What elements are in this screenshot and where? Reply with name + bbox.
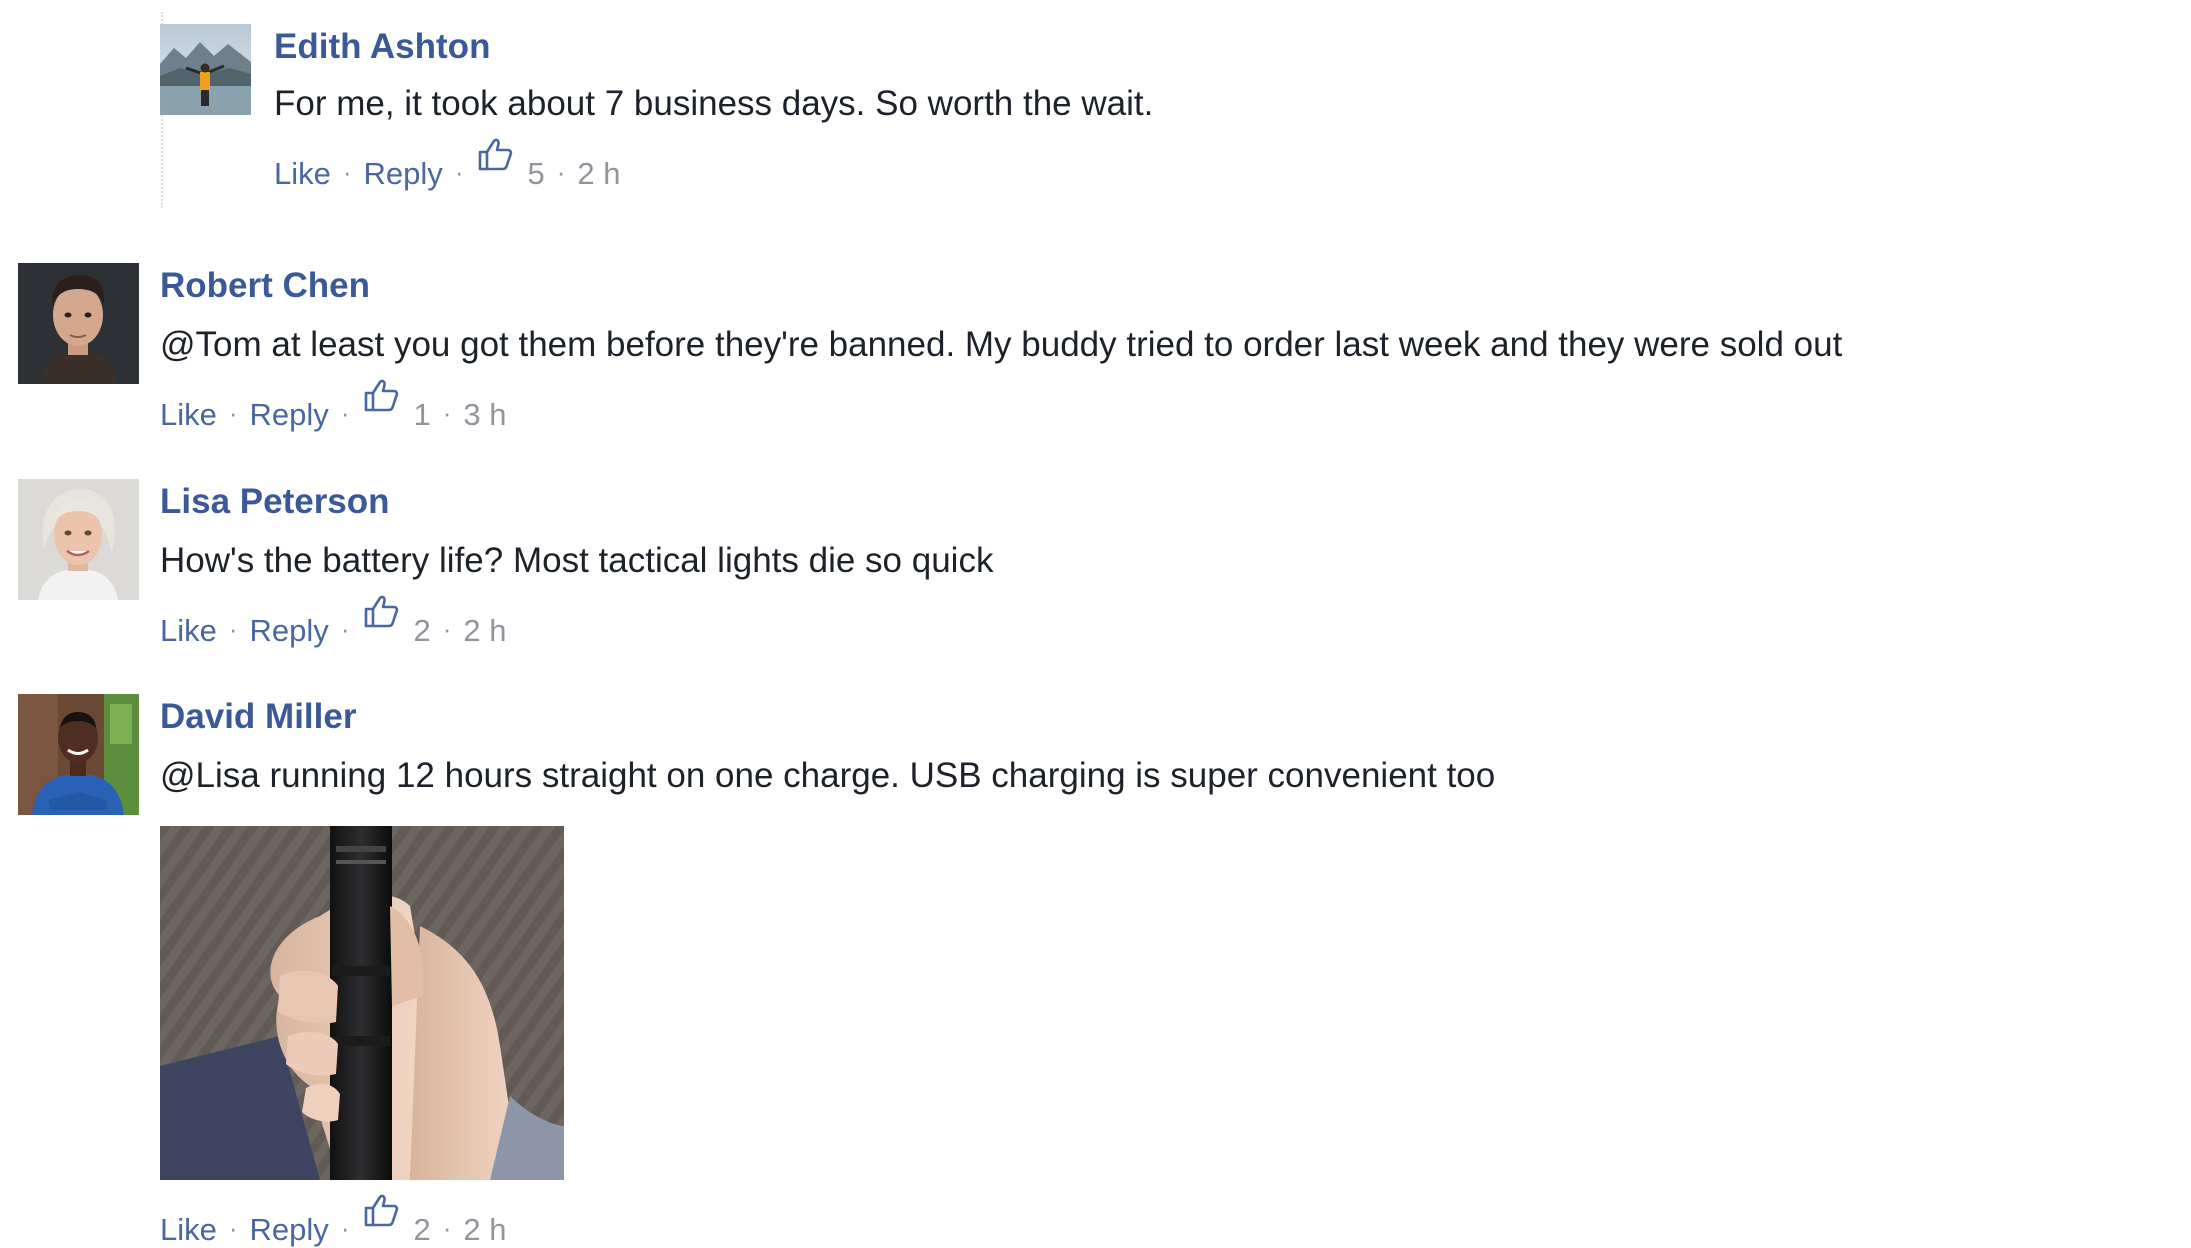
woman-portrait-avatar	[18, 479, 139, 600]
like-link[interactable]: Like	[160, 613, 217, 649]
timestamp[interactable]: 2 h	[463, 613, 506, 649]
avatar[interactable]	[160, 24, 251, 115]
comment-text: @Lisa running 12 hours straight on one c…	[160, 756, 1496, 795]
timestamp[interactable]: 3 h	[463, 397, 506, 433]
comment-actions: Like · Reply · 2 · 2 h	[160, 595, 507, 649]
comment-author[interactable]: Edith Ashton	[274, 27, 490, 67]
separator: ·	[340, 1213, 350, 1243]
comment-text: For me, it took about 7 business days. S…	[274, 84, 1154, 123]
comment-actions: Like · Reply · 1 · 3 h	[160, 379, 507, 433]
separator: ·	[228, 614, 238, 644]
like-link[interactable]: Like	[160, 1212, 217, 1248]
reply-link[interactable]: Reply	[364, 156, 443, 192]
avatar[interactable]	[18, 479, 139, 600]
flashlight-in-hand-photo	[160, 826, 564, 1180]
avatar[interactable]	[18, 694, 139, 815]
comment-attachment-photo[interactable]	[160, 826, 564, 1180]
reply-link[interactable]: Reply	[250, 1212, 329, 1248]
separator: ·	[442, 614, 452, 644]
reply-link[interactable]: Reply	[250, 397, 329, 433]
like-count: 2	[413, 613, 431, 648]
like-count: 5	[527, 156, 545, 191]
like-link[interactable]: Like	[160, 397, 217, 433]
thumbs-up-icon[interactable]	[363, 593, 399, 629]
separator: ·	[454, 157, 464, 187]
person-outdoors-mountain-avatar	[160, 24, 251, 115]
man-portrait-avatar	[18, 263, 139, 384]
thumbs-up-icon[interactable]	[363, 1192, 399, 1228]
separator: ·	[342, 157, 352, 187]
comment-author[interactable]: Lisa Peterson	[160, 482, 390, 522]
separator: ·	[442, 398, 452, 428]
timestamp[interactable]: 2 h	[577, 156, 620, 192]
comment-actions: Like · Reply · 2 · 2 h	[160, 1194, 507, 1248]
man-blue-shirt-avatar	[18, 694, 139, 815]
comment-text: How's the battery life? Most tactical li…	[160, 541, 994, 580]
separator: ·	[340, 398, 350, 428]
separator: ·	[340, 614, 350, 644]
like-count: 2	[413, 1212, 431, 1247]
comment-text: @Tom at least you got them before they'r…	[160, 325, 1843, 364]
comment-actions: Like · Reply · 5 · 2 h	[274, 138, 621, 192]
separator: ·	[556, 157, 566, 187]
separator: ·	[228, 398, 238, 428]
like-link[interactable]: Like	[274, 156, 331, 192]
timestamp[interactable]: 2 h	[463, 1212, 506, 1248]
thumbs-up-icon[interactable]	[477, 136, 513, 172]
separator: ·	[228, 1213, 238, 1243]
comment-author[interactable]: David Miller	[160, 697, 356, 737]
like-count: 1	[413, 397, 431, 432]
reply-link[interactable]: Reply	[250, 613, 329, 649]
thumbs-up-icon[interactable]	[363, 377, 399, 413]
avatar[interactable]	[18, 263, 139, 384]
separator: ·	[442, 1213, 452, 1243]
comment-author[interactable]: Robert Chen	[160, 266, 370, 306]
